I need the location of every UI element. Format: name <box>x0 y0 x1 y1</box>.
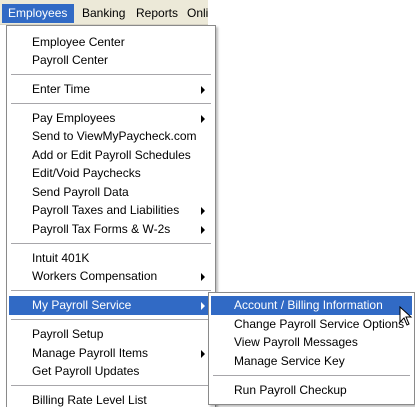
menu-item-label: Billing Rate Level List <box>32 393 147 407</box>
menu-item-label: Manage Payroll Items <box>32 346 149 360</box>
submenu-item-label: View Payroll Messages <box>234 335 358 349</box>
employees-menu: Employee Center Payroll Center Enter Tim… <box>6 25 216 407</box>
chevron-right-icon <box>201 302 205 310</box>
menu-item-send-payroll-data[interactable]: Send Payroll Data <box>9 183 213 202</box>
menu-item-label: Payroll Tax Forms & W-2s <box>32 222 171 236</box>
menu-separator <box>11 243 211 244</box>
chevron-right-icon <box>201 207 205 215</box>
submenu-item-label: Change Payroll Service Options <box>234 317 405 331</box>
menu-item-payroll-taxes-liabilities[interactable]: Payroll Taxes and Liabilities <box>9 201 213 220</box>
chevron-right-icon <box>201 273 205 281</box>
submenu-item-run-payroll-checkup[interactable]: Run Payroll Checkup <box>211 381 412 400</box>
menu-item-label: Workers Compensation <box>32 269 158 283</box>
submenu-item-label: Run Payroll Checkup <box>234 383 347 397</box>
menu-item-pay-employees[interactable]: Pay Employees <box>9 109 213 128</box>
chevron-right-icon <box>201 350 205 358</box>
menu-item-label: Payroll Setup <box>32 327 104 341</box>
menubar-employees[interactable]: Employees <box>2 4 74 23</box>
submenu-item-label: Manage Service Key <box>234 354 345 368</box>
menu-item-workers-compensation[interactable]: Workers Compensation <box>9 267 213 286</box>
menu-item-label: Enter Time <box>32 82 91 96</box>
menu-item-payroll-schedules[interactable]: Add or Edit Payroll Schedules <box>9 146 213 165</box>
menu-item-my-payroll-service[interactable]: My Payroll Service <box>9 296 213 315</box>
chevron-right-icon <box>201 115 205 123</box>
menu-item-edit-void-paychecks[interactable]: Edit/Void Paychecks <box>9 164 213 183</box>
submenu-item-view-payroll-messages[interactable]: View Payroll Messages <box>211 333 412 352</box>
menu-separator <box>11 319 211 320</box>
chevron-right-icon <box>201 86 205 94</box>
menu-item-label: Edit/Void Paychecks <box>32 166 141 180</box>
menu-item-manage-payroll-items[interactable]: Manage Payroll Items <box>9 344 213 363</box>
menu-item-label: Payroll Taxes and Liabilities <box>32 203 180 217</box>
submenu-item-manage-service-key[interactable]: Manage Service Key <box>211 352 412 371</box>
mouse-pointer-icon <box>399 306 413 326</box>
menu-item-label: Employee Center <box>32 35 125 49</box>
menu-item-label: Add or Edit Payroll Schedules <box>32 148 191 162</box>
menu-item-label: Send Payroll Data <box>32 185 129 199</box>
menubar-banking[interactable]: Banking <box>76 4 129 23</box>
menu-separator <box>11 290 211 291</box>
menubar-reports[interactable]: Reports <box>130 4 182 23</box>
menu-item-send-viewmypaycheck[interactable]: Send to ViewMyPaycheck.com <box>9 127 213 146</box>
menu-item-payroll-center[interactable]: Payroll Center <box>9 51 213 70</box>
menu-item-enter-time[interactable]: Enter Time <box>9 80 213 99</box>
menu-item-payroll-setup[interactable]: Payroll Setup <box>9 325 213 344</box>
menu-item-billing-rate-level-list[interactable]: Billing Rate Level List <box>9 391 213 407</box>
menu-item-label: Get Payroll Updates <box>32 364 140 378</box>
submenu-item-account-billing[interactable]: Account / Billing Information <box>211 296 412 315</box>
chevron-right-icon <box>201 226 205 234</box>
menu-separator <box>11 103 211 104</box>
submenu-item-change-service-options[interactable]: Change Payroll Service Options <box>211 315 412 334</box>
menu-item-label: Pay Employees <box>32 111 116 125</box>
menu-separator <box>11 74 211 75</box>
menu-item-get-payroll-updates[interactable]: Get Payroll Updates <box>9 362 213 381</box>
menu-item-label: Intuit 401K <box>32 251 90 265</box>
menu-bar: Employees Banking Reports Onlin <box>0 0 208 25</box>
payroll-service-submenu: Account / Billing Information Change Pay… <box>208 292 415 405</box>
menu-separator <box>11 385 211 386</box>
menu-item-employee-center[interactable]: Employee Center <box>9 33 213 52</box>
menu-item-label: Send to ViewMyPaycheck.com <box>32 129 197 143</box>
menubar-online[interactable]: Onlin <box>181 4 208 23</box>
menu-item-label: My Payroll Service <box>32 298 132 312</box>
menu-item-payroll-tax-forms[interactable]: Payroll Tax Forms & W-2s <box>9 220 213 239</box>
menu-item-label: Payroll Center <box>32 53 109 67</box>
menu-item-intuit-401k[interactable]: Intuit 401K <box>9 249 213 268</box>
submenu-item-label: Account / Billing Information <box>234 298 383 312</box>
menu-separator <box>213 375 410 376</box>
